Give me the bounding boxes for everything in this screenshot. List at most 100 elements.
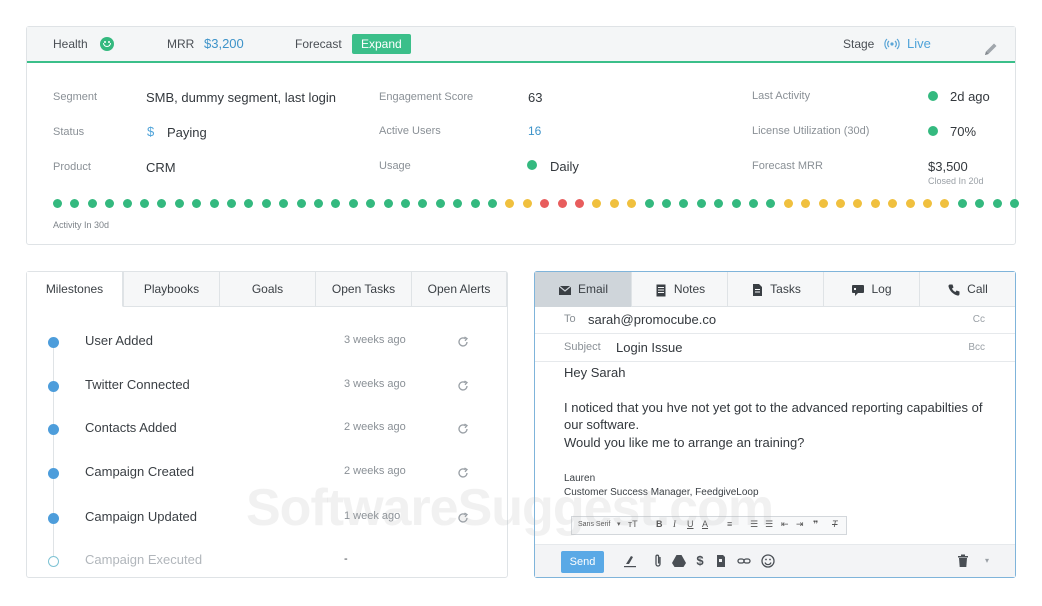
formatting-toolbar: Sans Serif ▾ ᴛT B I U A ≡ ☰ ☰ ⇤ ⇥ ❞ T: [571, 516, 847, 535]
forecast-mrr-note: Closed In 20d: [928, 176, 984, 186]
subject-label: Subject: [564, 341, 601, 353]
trash-icon[interactable]: [955, 553, 971, 569]
milestone-complete-dot: [48, 381, 59, 392]
milestone-complete-dot: [48, 468, 59, 479]
last-activity-label: Last Activity: [752, 90, 811, 102]
text-color-icon[interactable]: A: [702, 519, 708, 529]
refresh-icon[interactable]: [456, 422, 470, 436]
activity-dot: [366, 199, 376, 208]
font-size-icon[interactable]: ᴛT: [628, 519, 638, 529]
activity-dot: [870, 199, 880, 208]
tab-log[interactable]: Log: [823, 272, 919, 307]
signature-name: Lauren: [564, 473, 596, 484]
phone-icon: [947, 283, 961, 297]
to-field[interactable]: sarah@promocube.co: [588, 312, 716, 327]
tab-goals[interactable]: Goals: [219, 272, 316, 307]
status-value: Paying: [167, 125, 207, 140]
milestone-name: Campaign Executed: [85, 552, 203, 567]
font-family-select[interactable]: Sans Serif: [578, 521, 610, 528]
activity-dot: [714, 199, 724, 208]
activity-dot: [401, 199, 410, 208]
tab-call[interactable]: Call: [919, 272, 1015, 307]
account-summary-card: Health MRR $3,200 Forecast Expand Stage …: [26, 26, 1019, 245]
drive-icon[interactable]: [671, 553, 687, 569]
forecast-mrr-label: Forecast MRR: [752, 160, 823, 172]
activity-label: Activity In 30d: [53, 220, 110, 230]
expand-button[interactable]: Expand: [352, 34, 411, 54]
activity-dot: [1010, 199, 1019, 208]
activity-dot: [488, 199, 497, 208]
pencil-icon[interactable]: [983, 36, 999, 55]
activity-dot: [383, 199, 393, 208]
tab-open-tasks[interactable]: Open Tasks: [315, 272, 412, 307]
activity-dot: [888, 199, 898, 208]
activity-dot: [192, 199, 202, 208]
bullet-list-icon[interactable]: ☰: [750, 519, 758, 530]
underline-icon[interactable]: U: [687, 519, 694, 529]
dollar-icon[interactable]: $: [692, 553, 708, 569]
milestone-name: User Added: [85, 333, 153, 348]
tab-notes[interactable]: Notes: [631, 272, 727, 307]
stage-label: Stage: [843, 37, 875, 51]
subject-field[interactable]: Login Issue: [616, 340, 683, 355]
activity-dot: [174, 199, 184, 208]
to-row[interactable]: To sarah@promocube.co Cc: [535, 307, 1015, 334]
italic-icon[interactable]: I: [673, 519, 676, 529]
tab-email[interactable]: Email: [535, 272, 631, 307]
bold-icon[interactable]: B: [656, 519, 663, 529]
tab-open-alerts[interactable]: Open Alerts: [411, 272, 507, 307]
status-label: Status: [53, 126, 85, 138]
segment-label: Segment: [53, 91, 98, 103]
activity-dot: [331, 199, 341, 208]
active-users-value[interactable]: 16: [528, 124, 541, 138]
more-options-caret-icon[interactable]: ▾: [979, 553, 995, 569]
body-line: Would you like me to arrange an training…: [564, 435, 805, 450]
license-utilization-dot: [928, 126, 938, 136]
milestone-row: Contacts Added 2 weeks ago: [27, 420, 507, 440]
body-line: I noticed that you hve not yet got to th…: [564, 400, 983, 415]
milestone-time: -: [344, 553, 348, 565]
mrr-label: MRR: [167, 37, 195, 51]
milestone-complete-dot: [48, 337, 59, 348]
milestone-row: Campaign Created 2 weeks ago: [27, 464, 507, 484]
tab-milestones[interactable]: Milestones: [27, 272, 123, 307]
template-icon[interactable]: [713, 553, 729, 569]
subject-row[interactable]: Subject Login Issue Bcc: [535, 335, 1015, 362]
outdent-icon[interactable]: ⇤: [781, 519, 789, 530]
link-icon[interactable]: [736, 553, 752, 569]
signature-icon[interactable]: [622, 553, 638, 569]
bcc-link[interactable]: Bcc: [968, 342, 985, 353]
attachment-icon[interactable]: [650, 553, 666, 569]
tab-playbooks[interactable]: Playbooks: [123, 272, 220, 307]
mrr-value: $3,200: [204, 36, 244, 51]
last-activity-dot: [928, 91, 938, 101]
quote-icon[interactable]: ❞: [813, 519, 818, 530]
milestone-time: 3 weeks ago: [344, 378, 406, 390]
emoji-icon[interactable]: [760, 553, 776, 569]
milestone-time: 1 week ago: [344, 510, 401, 522]
activity-dot: [749, 199, 758, 208]
activity-dot: [53, 199, 62, 208]
activity-dot: [140, 199, 149, 208]
refresh-icon[interactable]: [456, 379, 470, 393]
summary-header-bar: Health MRR $3,200 Forecast Expand Stage …: [27, 27, 1015, 63]
activity-dot: [662, 199, 671, 208]
activity-dot: [992, 199, 1002, 208]
send-button[interactable]: Send: [561, 551, 604, 573]
activity-dots: [53, 199, 1019, 209]
indent-icon[interactable]: ⇥: [796, 519, 804, 530]
tab-tasks[interactable]: Tasks: [727, 272, 823, 307]
license-utilization-value: 70%: [950, 124, 977, 139]
numbered-list-icon[interactable]: ☰: [765, 519, 773, 530]
cc-link[interactable]: Cc: [973, 314, 985, 325]
clear-format-icon[interactable]: T: [832, 519, 838, 529]
refresh-icon[interactable]: [456, 335, 470, 349]
refresh-icon[interactable]: [456, 511, 470, 525]
activity-dot: [157, 199, 167, 208]
refresh-icon[interactable]: [456, 466, 470, 480]
activity-dot: [975, 199, 985, 208]
activity-dot: [227, 199, 236, 208]
usage-status-dot: [527, 160, 537, 170]
tab-tasks-label: Tasks: [770, 282, 801, 296]
align-icon[interactable]: ≡: [727, 519, 732, 529]
